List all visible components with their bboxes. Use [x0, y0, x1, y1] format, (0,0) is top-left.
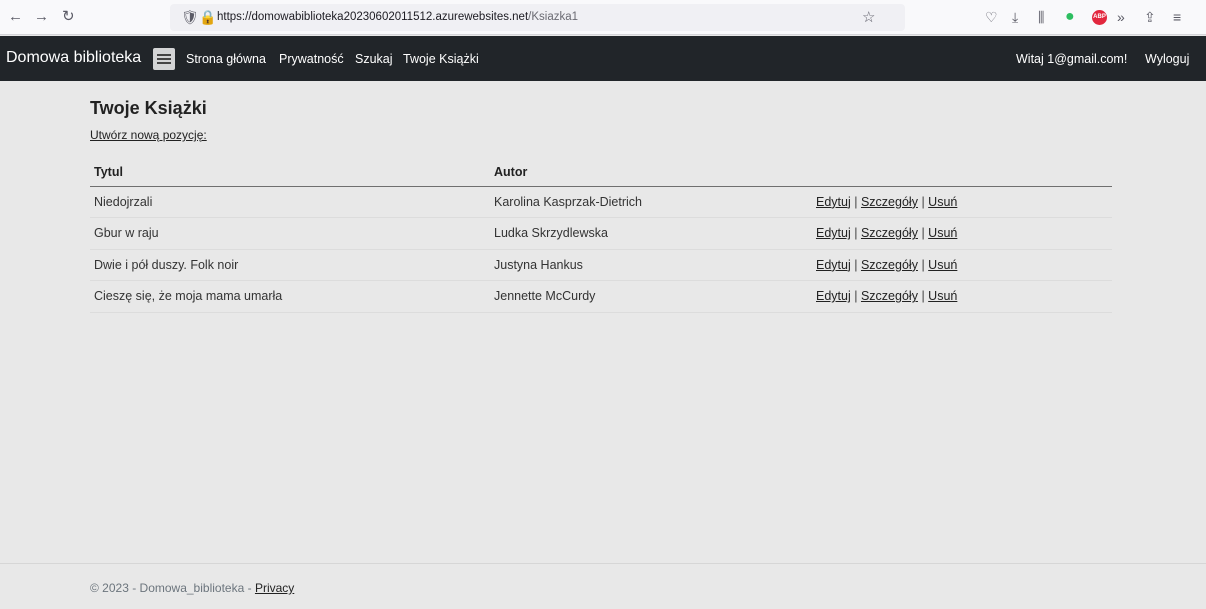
table-row: Dwie i pół duszy. Folk noir Justyna Hank…: [90, 249, 1112, 281]
logout-link[interactable]: Wyloguj: [1145, 51, 1189, 67]
forward-arrow-icon[interactable]: →: [34, 9, 49, 25]
table-row: Niedojrzali Karolina Kasprzak-Dietrich E…: [90, 186, 1112, 218]
cell-actions: Edytuj | Szczegóły | Usuń: [812, 217, 1112, 250]
delete-link[interactable]: Usuń: [928, 226, 957, 240]
cell-actions: Edytuj | Szczegóły | Usuń: [812, 186, 1112, 218]
cell-title: Cieszę się, że moja mama umarła: [90, 280, 490, 313]
brand-link[interactable]: Domowa biblioteka: [6, 48, 141, 68]
footer-copyright: © 2023 - Domowa_biblioteka -: [90, 581, 255, 595]
separator: |: [921, 226, 925, 241]
cell-author: Jennette McCurdy: [490, 280, 812, 313]
edit-link[interactable]: Edytuj: [816, 226, 851, 240]
nav-link-home[interactable]: Strona główna: [186, 51, 266, 67]
separator: |: [921, 194, 925, 209]
shield-icon[interactable]: 🛡: [181, 9, 199, 25]
delete-link[interactable]: Usuń: [928, 195, 957, 209]
bookmark-star-icon[interactable]: ☆: [862, 8, 875, 26]
cell-author: Karolina Kasprzak-Dietrich: [490, 186, 812, 218]
user-greeting[interactable]: Witaj 1@gmail.com!: [1016, 51, 1127, 67]
reload-icon[interactable]: ↻: [62, 9, 75, 25]
address-bar[interactable]: 🛡 🔒 https://domowabiblioteka202306020115…: [170, 4, 905, 31]
cell-author: Ludka Skrzydlewska: [490, 217, 812, 250]
lock-icon[interactable]: 🔒: [199, 9, 216, 25]
footer-text: © 2023 - Domowa_biblioteka - Privacy: [90, 581, 294, 596]
delete-link[interactable]: Usuń: [928, 258, 957, 272]
navbar-toggle-button[interactable]: [153, 48, 175, 70]
table-header-row: Tytul Autor: [90, 158, 1112, 187]
library-icon[interactable]: ⫼: [1038, 9, 1044, 25]
download-icon[interactable]: ⤓: [1012, 9, 1018, 25]
separator: |: [854, 226, 858, 241]
share-icon[interactable]: ⇪: [1144, 9, 1156, 25]
cell-author: Justyna Hankus: [490, 249, 812, 281]
adblock-icon[interactable]: ABP: [1092, 10, 1107, 25]
hamburger-icon: [157, 62, 171, 64]
browser-toolbar: ← → ↻ 🛡 🔒 https://domowabiblioteka202306…: [0, 0, 1206, 35]
back-arrow-icon[interactable]: ←: [8, 9, 23, 25]
details-link[interactable]: Szczegóły: [861, 195, 918, 209]
table-row: Cieszę się, że moja mama umarła Jennette…: [90, 280, 1112, 313]
nav-link-my-books[interactable]: Twoje Książki: [403, 51, 479, 67]
header-author: Autor: [490, 158, 812, 187]
page-title: Twoje Książki: [90, 98, 207, 118]
pocket-icon[interactable]: ♡: [985, 9, 998, 25]
extensions-icon[interactable]: »: [1117, 9, 1125, 25]
delete-link[interactable]: Usuń: [928, 289, 957, 303]
books-table: Tytul Autor Niedojrzali Karolina Kasprza…: [90, 158, 1112, 313]
evernote-icon[interactable]: ●: [1065, 9, 1075, 25]
cell-actions: Edytuj | Szczegóły | Usuń: [812, 249, 1112, 281]
separator: |: [921, 257, 925, 272]
table-row: Gbur w raju Ludka Skrzydlewska Edytuj | …: [90, 217, 1112, 250]
privacy-link[interactable]: Privacy: [255, 581, 294, 595]
url-text[interactable]: https://domowabiblioteka20230602011512.a…: [217, 10, 578, 24]
details-link[interactable]: Szczegóły: [861, 258, 918, 272]
edit-link[interactable]: Edytuj: [816, 258, 851, 272]
edit-link[interactable]: Edytuj: [816, 195, 851, 209]
nav-link-privacy[interactable]: Prywatność: [279, 51, 344, 67]
cell-title: Gbur w raju: [90, 217, 490, 250]
header-actions: [812, 158, 1112, 187]
create-new-link[interactable]: Utwórz nową pozycję:: [90, 128, 207, 143]
cell-actions: Edytuj | Szczegóły | Usuń: [812, 280, 1112, 313]
edit-link[interactable]: Edytuj: [816, 289, 851, 303]
hamburger-icon: [157, 54, 171, 56]
hamburger-icon: [157, 58, 171, 60]
separator: |: [921, 289, 925, 304]
details-link[interactable]: Szczegóły: [861, 226, 918, 240]
menu-icon[interactable]: ≡: [1173, 9, 1181, 25]
separator: |: [854, 257, 858, 272]
details-link[interactable]: Szczegóły: [861, 289, 918, 303]
header-title: Tytul: [90, 158, 490, 187]
app-navbar: Domowa biblioteka Strona główna Prywatno…: [0, 36, 1206, 81]
page-footer: © 2023 - Domowa_biblioteka - Privacy: [0, 563, 1206, 609]
separator: |: [854, 194, 858, 209]
cell-title: Niedojrzali: [90, 186, 490, 218]
separator: |: [854, 289, 858, 304]
cell-title: Dwie i pół duszy. Folk noir: [90, 249, 490, 281]
nav-link-search[interactable]: Szukaj: [355, 51, 393, 67]
